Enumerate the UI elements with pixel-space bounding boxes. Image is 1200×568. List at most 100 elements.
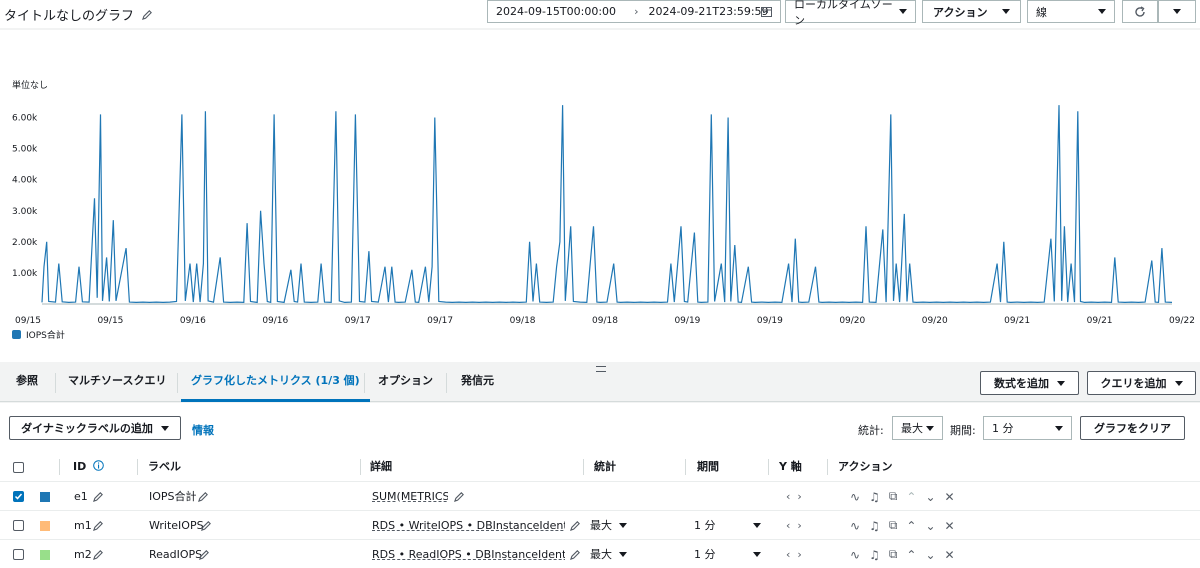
chevron-down-icon[interactable]: ⌄ [925, 519, 935, 533]
row-period: 1 分 [694, 548, 716, 561]
date-range-end[interactable]: 2024-09-21T23:59:59 [648, 5, 768, 18]
y-ticks: 1.00k 2.00k 3.00k 4.00k 5.00k 6.00k [12, 114, 38, 279]
row-detail[interactable]: SUM(METRICS()) [372, 482, 448, 511]
date-range-start[interactable]: 2024-09-15T00:00:00 [496, 5, 616, 18]
series-line-iops-total [41, 105, 1173, 304]
row-statistic-select[interactable]: 最大 [590, 511, 612, 540]
close-icon[interactable]: ✕ [945, 490, 955, 504]
row-detail[interactable]: RDS • ReadIOPS • DBInstanceIdentifier: i… [372, 540, 565, 568]
actions-dropdown[interactable]: アクション [922, 0, 1021, 23]
row-checkbox[interactable] [13, 491, 24, 502]
info-circle-icon[interactable] [93, 460, 104, 471]
chevron-up-icon[interactable]: ⌃ [906, 490, 916, 504]
copy-icon[interactable]: ⧉ [889, 547, 898, 562]
row-statistic: 最大 [590, 519, 612, 532]
y-tick-label: 2.00k [12, 238, 38, 248]
row-period-select[interactable]: 1 分 [694, 540, 716, 568]
tab-source[interactable]: 発信元 [451, 364, 504, 402]
header-id-label: ID [73, 460, 87, 473]
graph-title: タイトルなしのグラフ [4, 5, 153, 24]
row-period-select[interactable]: 1 分 [694, 511, 716, 540]
statistic-value: 最大 [901, 422, 923, 435]
y-axis-switch[interactable]: ‹ › [786, 540, 802, 568]
add-query-button[interactable]: クエリを追加 [1087, 371, 1196, 395]
row-actions: ∿ ♫ ⧉ ⌃ ⌄ ✕ [850, 511, 955, 540]
row-label[interactable]: WriteIOPS [149, 511, 204, 540]
row-id[interactable]: m2 [74, 540, 92, 568]
resize-handle-icon[interactable] [596, 366, 606, 372]
info-link[interactable]: 情報 [192, 422, 214, 438]
edit-expression-icon[interactable] [454, 491, 465, 502]
period-label: 期間: [950, 424, 976, 437]
row-detail[interactable]: RDS • WriteIOPS • DBInstanceIdentifier: … [372, 511, 565, 540]
series-color-swatch[interactable] [40, 521, 50, 531]
pulse-icon[interactable]: ∿ [850, 548, 860, 562]
chevron-up-icon[interactable]: ⌃ [906, 548, 916, 562]
tab-graphed-metrics[interactable]: グラフ化したメトリクス (1/3 個) [181, 364, 370, 402]
add-math-button[interactable]: 数式を追加 [980, 371, 1079, 395]
clear-graph-button[interactable]: グラフをクリア [1080, 416, 1185, 440]
y-axis-switch[interactable]: ‹ › [786, 511, 802, 540]
x-tick-label: 09/17 [427, 316, 453, 326]
period-select[interactable]: 1 分 [983, 416, 1072, 440]
timezone-select[interactable]: ローカルタイムゾーン [785, 0, 916, 27]
metrics-panel: ダイナミックラベルの追加 情報 統計: 最大 期間: 1 分 グラフをクリア I… [0, 403, 1200, 568]
tab-multi-source-query[interactable]: マルチソースクエリ [58, 364, 176, 402]
statistic-select[interactable]: 最大 [892, 416, 943, 440]
row-id[interactable]: e1 [74, 482, 88, 511]
row-label[interactable]: ReadIOPS [149, 540, 202, 568]
chevron-down-icon[interactable]: ⌄ [925, 548, 935, 562]
add-dynamic-label-button[interactable]: ダイナミックラベルの追加 [9, 416, 181, 440]
header-id: ID [73, 453, 104, 481]
bell-icon[interactable]: ♫ [869, 548, 880, 562]
chevron-right-icon: › [634, 5, 639, 18]
calendar-icon[interactable] [761, 6, 772, 17]
select-all-checkbox[interactable] [13, 462, 24, 473]
edit-id-icon[interactable] [93, 549, 104, 560]
edit-id-icon[interactable] [93, 520, 104, 531]
date-range-picker[interactable]: 2024-09-15T00:00:00 › 2024-09-21T23:59:5… [487, 0, 781, 23]
copy-icon[interactable]: ⧉ [889, 518, 898, 533]
legend[interactable]: IOPS合計 [12, 329, 65, 341]
refresh-interval-dropdown[interactable] [1158, 0, 1196, 23]
table-row-m2: m2 ReadIOPS RDS • ReadIOPS • DBInstanceI… [0, 539, 1200, 568]
edit-metric-icon[interactable] [570, 520, 581, 531]
pulse-icon[interactable]: ∿ [850, 519, 860, 533]
tab-browse[interactable]: 参照 [6, 364, 48, 402]
chevron-up-icon[interactable]: ⌃ [906, 519, 916, 533]
refresh-button[interactable] [1122, 0, 1158, 23]
line-chart: 単位なし 1.00k 2.00k 3.00k 4.00k 5.00k 6.00k 09/1… [12, 79, 1195, 341]
caret-down-icon [619, 552, 627, 557]
add-query-label: クエリを追加 [1100, 377, 1167, 390]
edit-label-icon[interactable] [201, 520, 212, 531]
row-label[interactable]: IOPS合計 [149, 482, 197, 511]
statistic-label: 統計: [858, 424, 884, 437]
edit-label-icon[interactable] [198, 491, 209, 502]
header-label: ラベル [148, 460, 181, 473]
row-id[interactable]: m1 [74, 511, 92, 540]
pulse-icon[interactable]: ∿ [850, 490, 860, 504]
close-icon[interactable]: ✕ [945, 519, 955, 533]
close-icon[interactable]: ✕ [945, 548, 955, 562]
edit-label-icon[interactable] [199, 549, 210, 560]
check-icon [14, 493, 23, 500]
edit-id-icon[interactable] [93, 491, 104, 502]
bell-icon[interactable]: ♫ [869, 519, 880, 533]
edit-title-icon[interactable] [142, 9, 153, 20]
chevron-down-icon[interactable]: ⌄ [925, 490, 935, 504]
chart-type-select[interactable]: 線 [1027, 0, 1115, 23]
edit-metric-icon[interactable] [570, 549, 581, 560]
table-row-m1: m1 WriteIOPS RDS • WriteIOPS • DBInstanc… [0, 510, 1200, 539]
y-axis-switch[interactable]: ‹ › [786, 482, 802, 511]
row-checkbox[interactable] [13, 549, 24, 560]
bell-icon[interactable]: ♫ [869, 490, 880, 504]
series-color-swatch[interactable] [40, 550, 50, 560]
x-tick-label: 09/20 [839, 316, 865, 326]
copy-icon[interactable]: ⧉ [889, 489, 898, 504]
row-checkbox[interactable] [13, 520, 24, 531]
series-color-swatch[interactable] [40, 492, 50, 502]
caret-down-icon [160, 425, 169, 431]
row-statistic-select[interactable]: 最大 [590, 540, 612, 568]
tab-options[interactable]: オプション [368, 364, 443, 402]
caret-down-icon [899, 9, 907, 14]
